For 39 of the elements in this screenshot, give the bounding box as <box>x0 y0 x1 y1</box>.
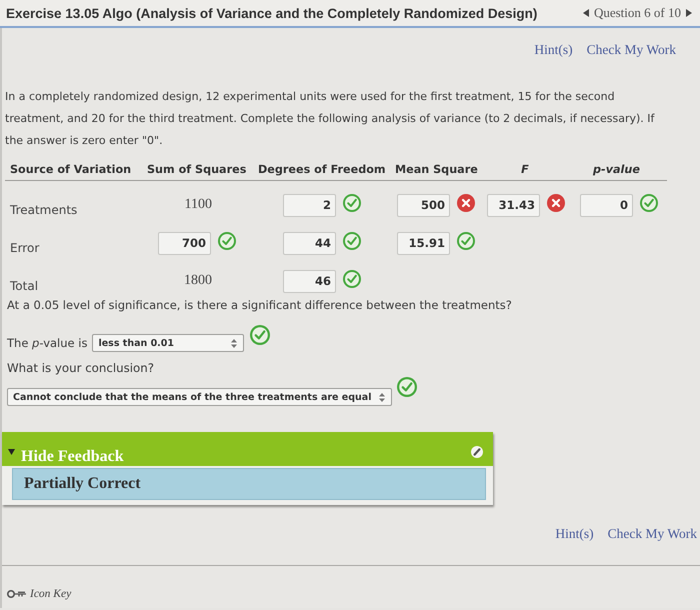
right-triangle-icon[interactable] <box>686 9 692 17</box>
column-header: Source of Variation <box>9 162 132 177</box>
hints-link[interactable]: Hint(s) <box>534 41 573 59</box>
row-label: Total <box>10 279 38 294</box>
exercise-title: Exercise 13.05 Algo (Analysis of Variance and the Completely Randomized Design) <box>6 6 538 20</box>
conclusion-dropdown[interactable]: Cannot conclude that the means of the three treatments are equal <box>7 388 392 406</box>
row-label: Error <box>10 241 40 256</box>
question-prompt: In a completely randomized design, 12 experimental units were used for the first treatment, 15 for the second treatment, and 20 for the third treatment. Complete the following analysis of variance (to 2 decimals, if necessary). If the answer is zero enter "0". <box>4 89 656 149</box>
feedback-result: Partially Correct <box>12 468 486 500</box>
updown-caret-icon <box>231 338 238 348</box>
column-header: Sum of Squares <box>147 162 248 177</box>
answer-field[interactable]: 44 <box>283 232 336 255</box>
row-label: Treatments <box>10 203 78 218</box>
given-value: 1100 <box>184 196 212 214</box>
column-header: Degrees of Freedom <box>258 162 387 177</box>
column-header: Mean Square <box>395 162 479 177</box>
column-header: p-value <box>592 162 641 177</box>
question-text: What is your conclusion? <box>6 360 155 376</box>
answer-field[interactable]: 0 <box>580 194 633 217</box>
hints-link[interactable]: Hint(s) <box>555 525 594 543</box>
pencil-icon <box>471 446 483 458</box>
given-value: 1800 <box>183 272 212 290</box>
answer-field[interactable]: 700 <box>158 232 211 255</box>
question-text: At a 0.05 level of significance, is there a significant difference between the treatments? <box>6 297 513 313</box>
check-my-work-link[interactable]: Check My Work <box>586 41 676 59</box>
p-value-dropdown[interactable]: less than 0.01 <box>92 334 244 352</box>
check-my-work-link[interactable]: Check My Work <box>608 525 697 543</box>
answer-field[interactable]: 15.91 <box>397 232 450 255</box>
question-counter: Question 6 of 10 <box>594 5 681 21</box>
answer-field[interactable]: 2 <box>283 194 336 217</box>
updown-caret-icon <box>379 392 386 402</box>
left-triangle-icon[interactable] <box>582 9 589 17</box>
key-icon <box>7 589 27 599</box>
column-header: F <box>520 162 530 177</box>
question-text: The p-value is <box>7 335 88 352</box>
answer-field[interactable]: 46 <box>283 270 336 293</box>
answer-field[interactable]: 500 <box>397 194 450 217</box>
answer-field[interactable]: 31.43 <box>487 194 540 217</box>
icon-key-link[interactable]: Icon Key <box>7 588 72 600</box>
